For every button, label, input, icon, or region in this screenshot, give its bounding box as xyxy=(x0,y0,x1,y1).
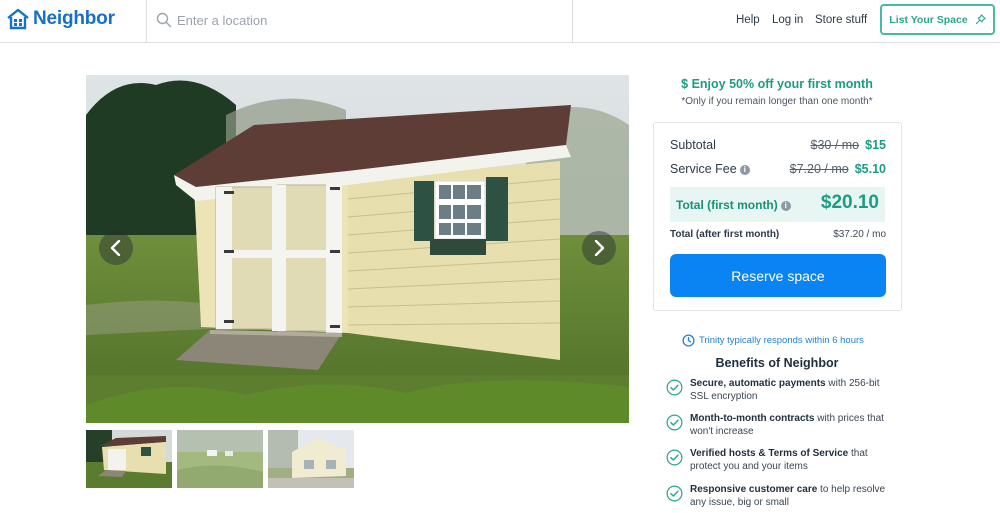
benefit-item: Month-to-month contracts with prices tha… xyxy=(666,412,896,438)
check-circle-icon xyxy=(666,449,683,466)
yard-view-thumbnail-image xyxy=(177,430,263,488)
benefit-text: Secure, automatic payments with 256-bit … xyxy=(690,378,880,402)
neighbor-logo[interactable]: Neighbor xyxy=(6,8,115,30)
service-fee-values: $7.20 / mo $5.10 xyxy=(790,162,886,176)
total-after-value: $37.20 / mo xyxy=(833,229,886,240)
benefits-title: Benefits of Neighbor xyxy=(715,356,839,370)
top-header: Neighbor Help Log in Store stuff List Yo… xyxy=(0,0,1000,43)
total-after-label: Total (after first month) xyxy=(670,229,780,240)
photo-thumbnail-2[interactable] xyxy=(177,430,263,488)
shed-front-thumbnail-image xyxy=(86,430,172,488)
house-logo-icon xyxy=(7,8,29,30)
subtotal-values: $30 / mo $15 xyxy=(811,138,887,152)
total-first-month-box: Total (first month) i $20.10 xyxy=(670,187,885,222)
benefit-text: Verified hosts & Terms of Service that p… xyxy=(690,448,868,472)
photo-thumbnail-1[interactable] xyxy=(86,430,172,488)
info-icon[interactable]: i xyxy=(780,201,791,211)
benefit-text: Responsive customer care to help resolve… xyxy=(690,484,886,508)
service-fee-original-price: $7.20 / mo xyxy=(789,162,849,176)
reserve-space-button[interactable]: Reserve space xyxy=(670,254,886,297)
pin-icon xyxy=(975,14,986,25)
host-response-text: Trinity typically responds within 6 hour… xyxy=(699,335,864,346)
nav-help-link[interactable]: Help xyxy=(736,14,760,26)
storage-shed-image xyxy=(86,75,629,423)
service-fee-discounted-price: $5.10 xyxy=(854,162,886,176)
service-fee-row: Service Fee i $7.20 / mo $5.10 xyxy=(670,162,886,176)
nav-store-stuff-link[interactable]: Store stuff xyxy=(815,14,867,26)
check-circle-icon xyxy=(666,414,683,431)
host-response-time: Trinity typically responds within 6 hour… xyxy=(682,334,864,347)
promo-subtitle: *Only if you remain longer than one mont… xyxy=(681,96,873,107)
next-photo-button[interactable] xyxy=(582,231,616,265)
benefit-item: Responsive customer care to help resolve… xyxy=(666,483,896,509)
check-circle-icon xyxy=(666,485,683,502)
location-search-input[interactable] xyxy=(177,9,557,31)
nav-login-link[interactable]: Log in xyxy=(772,14,803,26)
benefit-text: Month-to-month contracts with prices tha… xyxy=(690,413,884,437)
list-your-space-button[interactable]: List Your Space xyxy=(880,4,995,35)
subtotal-original-price: $30 / mo xyxy=(810,138,860,152)
list-your-space-label: List Your Space xyxy=(889,13,968,26)
info-icon[interactable]: i xyxy=(739,165,750,175)
total-first-month-text: Total (first month) xyxy=(676,198,778,212)
total-first-month-value: $20.10 xyxy=(820,192,879,213)
subtotal-discounted-price: $15 xyxy=(865,138,886,152)
benefit-item: Verified hosts & Terms of Service that p… xyxy=(666,447,896,473)
chevron-right-icon xyxy=(594,240,605,256)
total-first-month-label: Total (first month) i xyxy=(676,198,791,212)
garage-view-thumbnail-image xyxy=(268,430,354,488)
promo-title: $ Enjoy 50% off your first month xyxy=(681,77,873,91)
benefit-item: Secure, automatic payments with 256-bit … xyxy=(666,377,896,403)
clock-icon xyxy=(682,334,695,347)
chevron-left-icon xyxy=(110,240,121,256)
main-listing-photo[interactable] xyxy=(86,75,629,423)
pricing-card: Subtotal $30 / mo $15 Service Fee i $7.20 … xyxy=(653,122,902,311)
check-circle-icon xyxy=(666,379,683,396)
subtotal-row: Subtotal $30 / mo $15 xyxy=(670,138,886,152)
search-icon xyxy=(156,12,172,28)
location-search xyxy=(146,0,573,43)
photo-thumbnail-3[interactable] xyxy=(268,430,354,488)
subtotal-label: Subtotal xyxy=(670,138,716,152)
previous-photo-button[interactable] xyxy=(99,231,133,265)
discount-promo: $ Enjoy 50% off your first month *Only i… xyxy=(652,77,902,107)
total-after-first-month-row: Total (after first month) $37.20 / mo xyxy=(670,229,886,240)
service-fee-label: Service Fee xyxy=(670,162,737,176)
logo-text: Neighbor xyxy=(33,8,115,29)
